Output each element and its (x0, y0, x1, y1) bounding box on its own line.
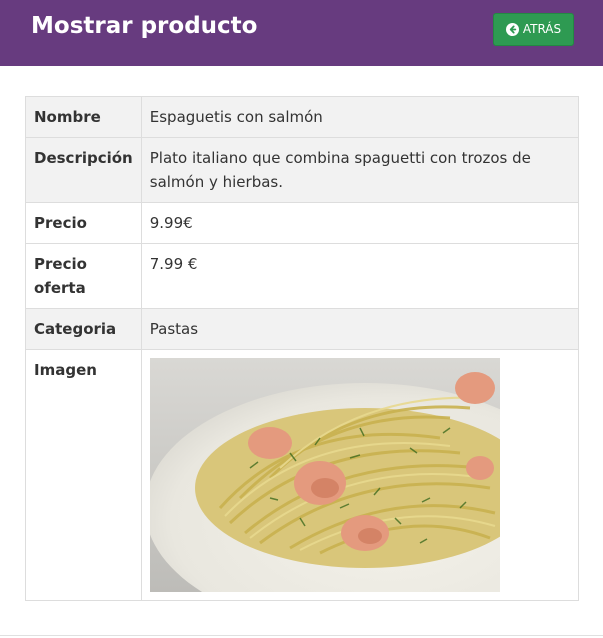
page-header: Mostrar producto ATRÁS (0, 0, 603, 66)
table-row: Precio oferta 7.99 € (25, 243, 580, 309)
table-row: Imagen (25, 349, 580, 601)
table-row: Nombre Espaguetis con salmón (25, 96, 580, 138)
name-label: Nombre (25, 96, 142, 138)
price-value: 9.99€ (140, 202, 580, 244)
table-row: Categoria Pastas (25, 308, 580, 350)
product-detail-table: Nombre Espaguetis con salmón Descripción… (25, 96, 580, 601)
arrow-circle-left-icon (505, 23, 519, 36)
product-photo (149, 358, 500, 592)
category-label: Categoria (25, 308, 142, 350)
back-button[interactable]: ATRÁS (493, 13, 574, 46)
price-label: Precio (25, 202, 142, 244)
footer-divider (0, 635, 603, 636)
category-value: Pastas (140, 308, 580, 350)
table-row: Precio 9.99€ (25, 202, 580, 244)
offer-price-label: Precio oferta (25, 243, 142, 309)
table-row: Descripción Plato italiano que combina s… (25, 137, 580, 203)
image-cell (140, 349, 580, 601)
description-value: Plato italiano que combina spaguetti con… (140, 137, 580, 203)
description-label: Descripción (25, 137, 142, 203)
page-title: Mostrar producto (31, 13, 258, 39)
offer-price-value: 7.99 € (140, 243, 580, 309)
image-label: Imagen (25, 349, 142, 601)
name-value: Espaguetis con salmón (140, 96, 580, 138)
back-button-label: ATRÁS (522, 22, 562, 36)
